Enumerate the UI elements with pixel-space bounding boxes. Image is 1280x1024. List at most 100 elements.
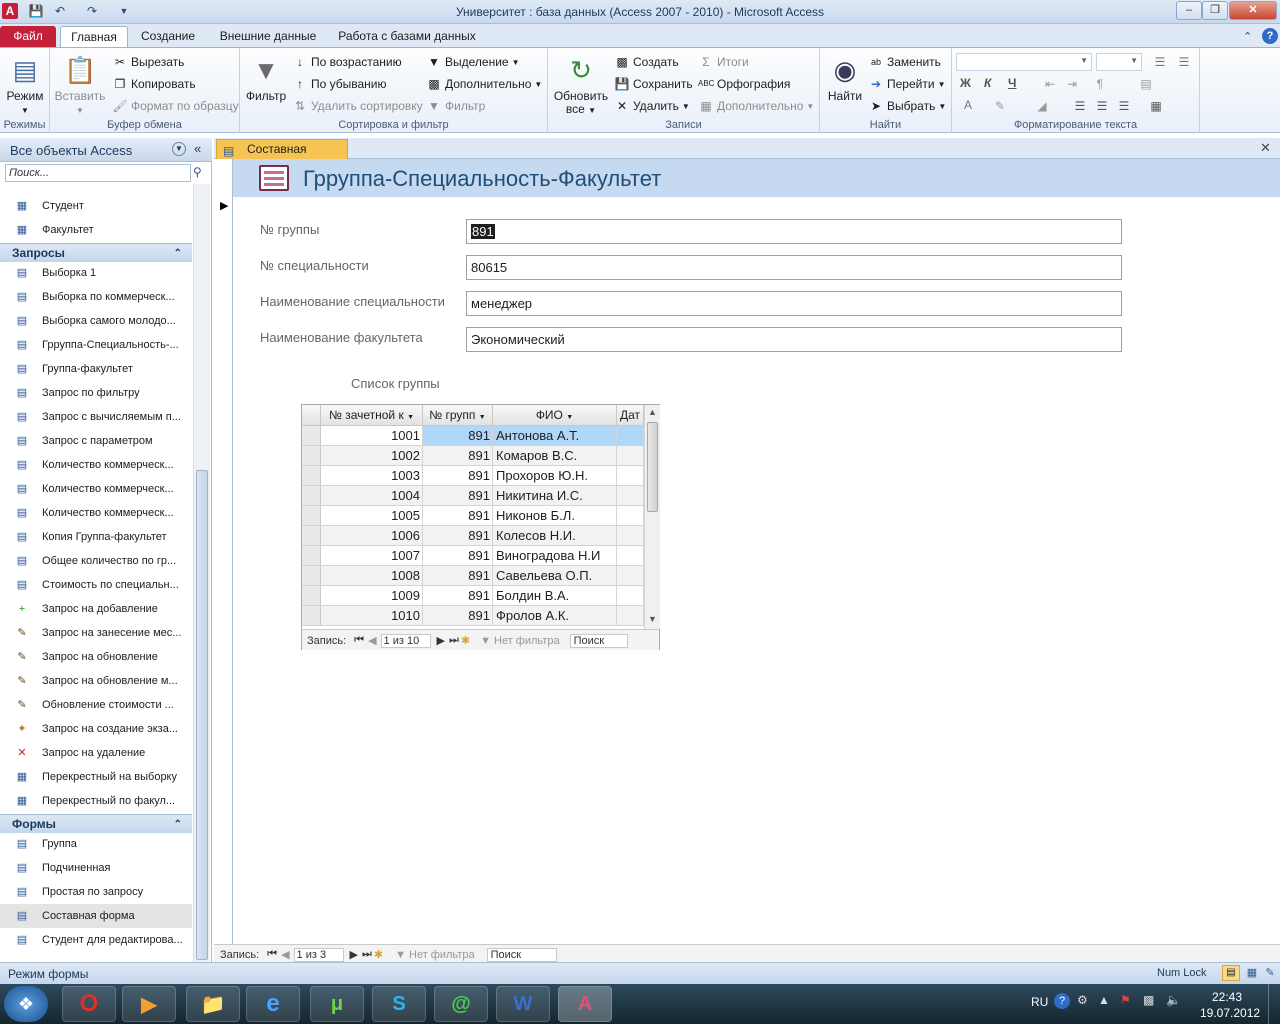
- replace-button[interactable]: ab Заменить: [868, 54, 941, 70]
- table-row[interactable]: 1004 891 Никитина И.С.: [302, 486, 644, 506]
- cell-group[interactable]: 891: [423, 586, 493, 606]
- form-next-record-icon[interactable]: ▶: [350, 948, 358, 961]
- find-button[interactable]: ◉ Найти: [824, 54, 866, 103]
- faculty-name-field[interactable]: Экономический: [466, 327, 1122, 352]
- nav-table-item[interactable]: ▦ Факультет: [0, 218, 192, 242]
- maximize-button[interactable]: ❐: [1202, 1, 1228, 20]
- show-desktop-button[interactable]: [1268, 984, 1280, 1024]
- underline-button[interactable]: Ч: [1008, 76, 1016, 90]
- nav-query-item[interactable]: ▤ Стоимость по специальн...: [0, 573, 192, 597]
- scroll-down-icon[interactable]: ▼: [648, 614, 657, 624]
- cell-group[interactable]: 891: [423, 566, 493, 586]
- nav-query-item[interactable]: ▤ Копия Группа-факультет: [0, 525, 192, 549]
- form-search-input[interactable]: Поиск: [486, 947, 557, 962]
- row-selector[interactable]: [302, 606, 321, 626]
- tab-file[interactable]: Файл: [0, 26, 56, 48]
- cell-record-book[interactable]: 1007: [321, 546, 423, 566]
- cell-record-book[interactable]: 1010: [321, 606, 423, 626]
- spelling-button[interactable]: ABC Орфография: [698, 76, 790, 92]
- paste-button[interactable]: 📋 Вставить ▼: [54, 54, 106, 117]
- ie-taskbar-icon[interactable]: e: [246, 986, 300, 1022]
- nav-table-item[interactable]: ▦ Студент: [0, 194, 192, 218]
- alt-row-color-button[interactable]: ▦: [1148, 98, 1164, 114]
- subform-scrollbar[interactable]: ▲ ▼: [644, 405, 660, 629]
- nav-query-item[interactable]: ▤ Группа-факультет: [0, 357, 192, 381]
- cell-group[interactable]: 891: [423, 546, 493, 566]
- nav-query-item[interactable]: ▤ Запрос с параметром: [0, 429, 192, 453]
- prev-record-icon[interactable]: ◀: [368, 634, 376, 647]
- view-mode-button[interactable]: ▤ Режим ▼: [4, 54, 46, 117]
- cell-date[interactable]: [617, 466, 644, 486]
- font-name-select[interactable]: ▼: [956, 53, 1092, 71]
- nav-query-item[interactable]: ▤ Запрос по фильтру: [0, 381, 192, 405]
- cell-fio[interactable]: Антонова А.Т.: [493, 426, 617, 446]
- save-record-button[interactable]: 💾 Сохранить: [614, 76, 693, 92]
- format-painter-button[interactable]: 🖌 Формат по образцу: [112, 98, 238, 114]
- cell-group[interactable]: 891: [423, 486, 493, 506]
- row-selector[interactable]: [302, 586, 321, 606]
- cell-fio[interactable]: Фролов А.К.: [493, 606, 617, 626]
- cell-date[interactable]: [617, 566, 644, 586]
- tray-flag-icon[interactable]: ⚑: [1120, 993, 1131, 1007]
- cell-record-book[interactable]: 1004: [321, 486, 423, 506]
- gridlines-button[interactable]: ▤: [1138, 76, 1154, 92]
- layout-view-status-icon[interactable]: ▦: [1244, 965, 1260, 981]
- italic-button[interactable]: К: [984, 76, 991, 90]
- row-selector[interactable]: [302, 486, 321, 506]
- cell-group[interactable]: 891: [423, 606, 493, 626]
- cell-fio[interactable]: Никитина И.С.: [493, 486, 617, 506]
- nav-query-item[interactable]: ✎ Запрос на обновление м...: [0, 669, 192, 693]
- selection-button[interactable]: ▼ Выделение ▼: [426, 54, 519, 70]
- indent-increase-button[interactable]: ⇥: [1064, 76, 1080, 92]
- align-right-button[interactable]: ☰: [1116, 98, 1132, 114]
- cell-group[interactable]: 891: [423, 506, 493, 526]
- sort-ascending-button[interactable]: ↓ По возрастанию: [292, 54, 402, 70]
- align-center-button[interactable]: ☰: [1094, 98, 1110, 114]
- start-button[interactable]: ❖: [4, 986, 48, 1022]
- indent-decrease-button[interactable]: ⇤: [1042, 76, 1058, 92]
- column-header-group[interactable]: № групп ▼: [423, 405, 493, 426]
- cell-fio[interactable]: Виноградова Н.И: [493, 546, 617, 566]
- lang-help-icon[interactable]: ?: [1054, 993, 1070, 1009]
- table-row[interactable]: 1010 891 Фролов А.К.: [302, 606, 644, 626]
- tray-volume-icon[interactable]: 🔈: [1166, 993, 1181, 1007]
- access-taskbar-icon[interactable]: A: [558, 986, 612, 1022]
- row-selector[interactable]: [302, 506, 321, 526]
- remove-sort-button[interactable]: ⇅ Удалить сортировку: [292, 98, 423, 114]
- row-selector[interactable]: [302, 466, 321, 486]
- nav-query-item[interactable]: ▤ Запрос с вычисляемым п...: [0, 405, 192, 429]
- advanced-filter-button[interactable]: ▩ Дополнительно ▼: [426, 76, 542, 92]
- table-row[interactable]: 1009 891 Болдин В.А.: [302, 586, 644, 606]
- font-color-button[interactable]: A: [964, 98, 972, 112]
- first-record-icon[interactable]: ⏮: [354, 634, 364, 647]
- word-taskbar-icon[interactable]: W: [496, 986, 550, 1022]
- nav-query-item[interactable]: ✎ Запрос на обновление: [0, 645, 192, 669]
- explorer-taskbar-icon[interactable]: 📁: [186, 986, 240, 1022]
- cell-fio[interactable]: Болдин В.А.: [493, 586, 617, 606]
- record-selector-column[interactable]: ▶: [214, 159, 233, 944]
- tab-external-data[interactable]: Внешние данные: [212, 26, 324, 48]
- form-prev-record-icon[interactable]: ◀: [281, 948, 289, 961]
- nav-collapse-icon[interactable]: «: [194, 141, 201, 156]
- tray-time[interactable]: 22:43: [1212, 990, 1242, 1004]
- cell-record-book[interactable]: 1009: [321, 586, 423, 606]
- cell-record-book[interactable]: 1008: [321, 566, 423, 586]
- select-all-corner[interactable]: [302, 405, 321, 426]
- tray-settings-icon[interactable]: ⚙: [1077, 993, 1088, 1007]
- close-button[interactable]: ✕: [1229, 1, 1277, 20]
- nav-form-item[interactable]: ▤ Составная форма: [0, 904, 192, 928]
- minimize-ribbon-icon[interactable]: ⌃: [1243, 30, 1257, 44]
- new-record-button[interactable]: ▩ Создать: [614, 54, 678, 70]
- delete-record-button[interactable]: ✕ Удалить ▼: [614, 98, 690, 114]
- row-selector[interactable]: [302, 566, 321, 586]
- form-no-filter[interactable]: Нет фильтра: [409, 949, 475, 961]
- nav-section-forms[interactable]: Формы ⌃: [0, 814, 192, 833]
- table-row[interactable]: 1005 891 Никонов Б.Л.: [302, 506, 644, 526]
- nav-query-item[interactable]: ▤ Выборка самого молодо...: [0, 309, 192, 333]
- row-selector[interactable]: [302, 446, 321, 466]
- minimize-button[interactable]: –: [1176, 1, 1202, 20]
- nav-query-item[interactable]: ✎ Запрос на занесение мес...: [0, 621, 192, 645]
- nav-query-item[interactable]: ▤ Выборка 1: [0, 261, 192, 285]
- cell-fio[interactable]: Колесов Н.И.: [493, 526, 617, 546]
- cell-date[interactable]: [617, 606, 644, 626]
